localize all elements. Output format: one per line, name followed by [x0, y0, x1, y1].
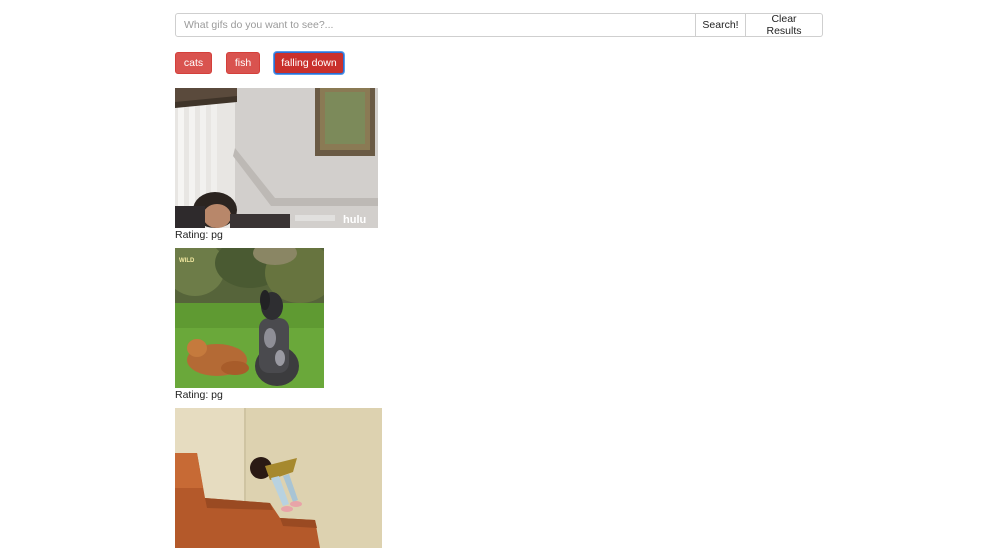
gif-rating-label: Rating: pg — [175, 389, 223, 401]
gif-rating-label: Rating: pg — [175, 229, 223, 241]
clear-results-button[interactable]: Clear Results — [746, 13, 823, 37]
search-button[interactable]: Search! — [696, 13, 746, 37]
wild-watermark: WILD — [179, 258, 195, 264]
gif-result-image[interactable]: hulu — [175, 88, 378, 228]
gif-search-page: Search! Clear Results cats fish falling … — [0, 0, 1000, 548]
gif-result-image[interactable]: WILD — [175, 248, 324, 388]
gif-result-image[interactable] — [175, 408, 382, 548]
search-bar: Search! Clear Results — [175, 13, 823, 37]
topic-button-fish[interactable]: fish — [226, 52, 260, 74]
topic-button-falling-down[interactable]: falling down — [274, 52, 344, 74]
hulu-watermark: hulu — [343, 214, 366, 226]
search-input[interactable] — [175, 13, 696, 37]
topic-button-cats[interactable]: cats — [175, 52, 212, 74]
